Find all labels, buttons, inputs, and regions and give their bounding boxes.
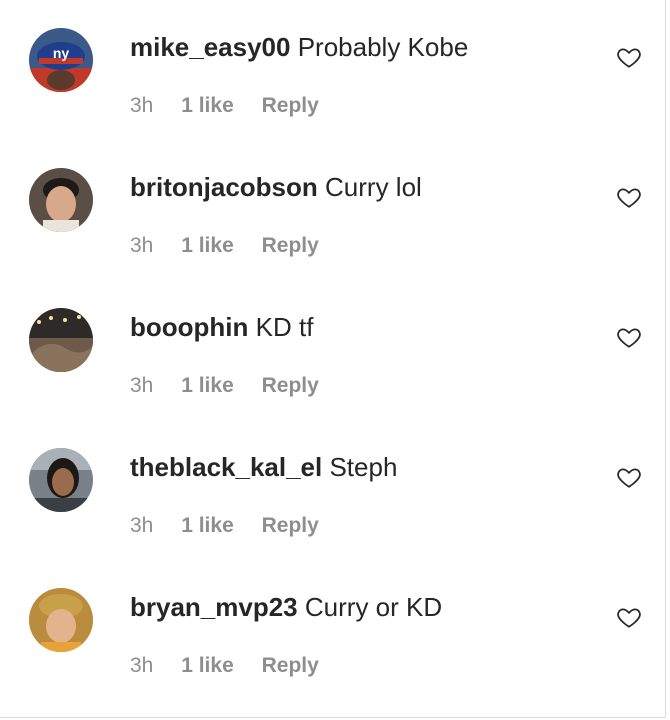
svg-text:ny: ny	[53, 45, 70, 61]
reply-button[interactable]: Reply	[262, 234, 319, 257]
comment-time[interactable]: 3h	[130, 234, 153, 257]
heart-outline-icon[interactable]	[616, 464, 642, 490]
comment-body: Probably Kobe	[297, 32, 469, 62]
comment-text-line: booophin KD tf	[130, 310, 313, 344]
avatar-image	[29, 588, 93, 652]
heart-outline-icon[interactable]	[616, 324, 642, 350]
comment-meta: 3h 1 like Reply	[130, 652, 341, 680]
comment-username[interactable]: britonjacobson	[130, 172, 318, 202]
comment-text-line: britonjacobson Curry lol	[130, 170, 422, 204]
comment-body: Steph	[329, 452, 398, 482]
comment-username[interactable]: theblack_kal_el	[130, 452, 322, 482]
avatar[interactable]	[29, 588, 93, 652]
comment-time[interactable]: 3h	[130, 514, 153, 537]
comment-text-line: theblack_kal_el Steph	[130, 450, 397, 484]
reply-button[interactable]: Reply	[262, 514, 319, 537]
comment-time[interactable]: 3h	[130, 94, 153, 117]
comment-username[interactable]: bryan_mvp23	[130, 592, 298, 622]
comment-item: theblack_kal_el Steph 3h 1 like Reply	[0, 420, 666, 560]
avatar-image	[29, 448, 93, 512]
comment-username[interactable]: mike_easy00	[130, 32, 290, 62]
comment-body: KD tf	[255, 312, 314, 342]
comment-likes[interactable]: 1 like	[181, 514, 234, 537]
comment-meta: 3h 1 like Reply	[130, 92, 341, 120]
comment-meta: 3h 1 like Reply	[130, 372, 341, 400]
comment-body: Curry or KD	[304, 592, 443, 622]
avatar[interactable]	[29, 308, 93, 372]
avatar[interactable]: ny	[29, 28, 93, 92]
comment-meta: 3h 1 like Reply	[130, 232, 341, 260]
avatar[interactable]	[29, 168, 93, 232]
comment-item: ny mike_easy00 Probably Kobe 3h 1 like R…	[0, 0, 666, 140]
heart-outline-icon[interactable]	[616, 184, 642, 210]
reply-button[interactable]: Reply	[262, 94, 319, 117]
comment-likes[interactable]: 1 like	[181, 374, 234, 397]
reply-button[interactable]: Reply	[262, 374, 319, 397]
comment-item: bryan_mvp23 Curry or KD 3h 1 like Reply	[0, 560, 666, 700]
avatar[interactable]	[29, 448, 93, 512]
avatar-image	[29, 308, 93, 372]
comment-body: Curry lol	[325, 172, 422, 202]
comment-time[interactable]: 3h	[130, 374, 153, 397]
reply-button[interactable]: Reply	[262, 654, 319, 677]
comment-meta: 3h 1 like Reply	[130, 512, 341, 540]
comment-item: britonjacobson Curry lol 3h 1 like Reply	[0, 140, 666, 280]
comment-username[interactable]: booophin	[130, 312, 248, 342]
comment-text-line: bryan_mvp23 Curry or KD	[130, 590, 442, 624]
comment-item: booophin KD tf 3h 1 like Reply	[0, 280, 666, 420]
heart-outline-icon[interactable]	[616, 44, 642, 70]
comment-likes[interactable]: 1 like	[181, 654, 234, 677]
heart-outline-icon[interactable]	[616, 604, 642, 630]
avatar-image: ny	[29, 28, 93, 92]
comment-text-line: mike_easy00 Probably Kobe	[130, 30, 468, 64]
comments-panel: ny mike_easy00 Probably Kobe 3h 1 like R…	[0, 0, 666, 718]
comment-likes[interactable]: 1 like	[181, 234, 234, 257]
comment-time[interactable]: 3h	[130, 654, 153, 677]
comment-likes[interactable]: 1 like	[181, 94, 234, 117]
avatar-image	[29, 168, 93, 232]
